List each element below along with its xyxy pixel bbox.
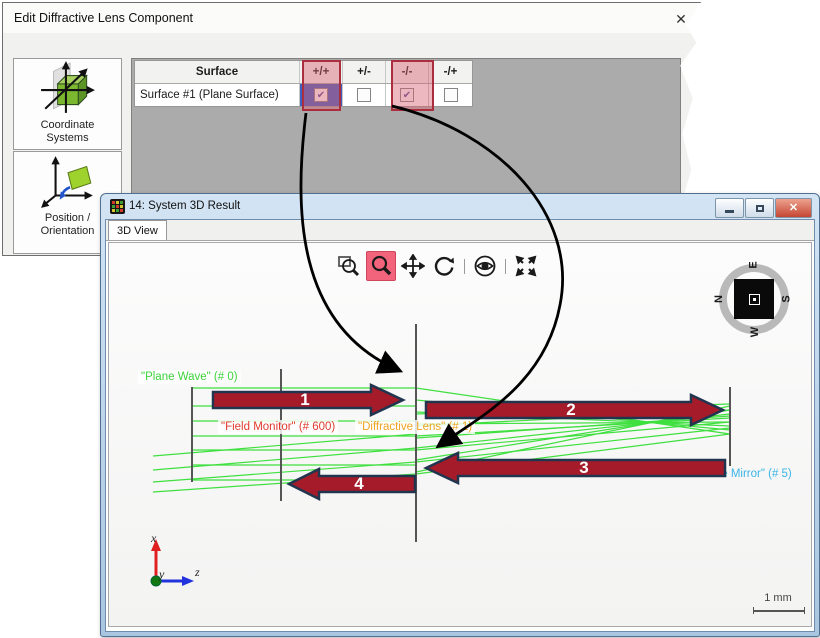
flow-arrow-number: 1 bbox=[300, 390, 309, 409]
restore-button[interactable] bbox=[745, 198, 774, 218]
restore-icon bbox=[756, 205, 764, 212]
flow-arrow-3 bbox=[426, 453, 725, 483]
view-orientation-compass[interactable]: N E S W bbox=[717, 262, 791, 336]
window-title: 14: System 3D Result bbox=[129, 200, 240, 212]
compass-north: N bbox=[713, 295, 725, 303]
flow-arrow-number: 2 bbox=[566, 400, 575, 419]
compass-z-glyph bbox=[749, 294, 760, 305]
position-orientation-icon bbox=[39, 152, 97, 210]
checkbox-minus-plus[interactable] bbox=[444, 88, 458, 102]
axis-label-y: y bbox=[159, 567, 164, 582]
scale-bar: 1 mm bbox=[750, 592, 806, 614]
window-client-area: 3D View "Ideal Plane Mirror" (# 5) 1234 … bbox=[105, 219, 815, 632]
pan-icon[interactable] bbox=[399, 252, 427, 280]
col-header-plus-minus: +/- bbox=[343, 61, 386, 83]
coordinate-systems-label: Coordinate Systems bbox=[23, 119, 113, 145]
screenshot-stage: Edit Diffractive Lens Component ✕ Coordi… bbox=[0, 0, 820, 638]
scale-label: 1 mm bbox=[750, 592, 806, 604]
checkbox-plus-minus[interactable] bbox=[357, 88, 371, 102]
flow-arrow-number: 4 bbox=[354, 474, 364, 493]
system-3d-result-window: 14: System 3D Result ✕ 3D View "Ideal Pl… bbox=[100, 193, 820, 637]
label-field-monitor: "Field Monitor" (# 600) bbox=[218, 420, 338, 434]
minimize-button[interactable] bbox=[715, 198, 744, 218]
position-orientation-label: Position / Orientation bbox=[23, 212, 113, 238]
checkbox-cell-minus-plus bbox=[429, 84, 472, 106]
zoom-window-icon[interactable] bbox=[335, 252, 363, 280]
col-header-surface: Surface bbox=[135, 61, 300, 83]
close-button[interactable]: ✕ bbox=[775, 198, 812, 218]
zoom-icon[interactable] bbox=[366, 251, 396, 281]
flow-arrow-number: 3 bbox=[579, 458, 588, 477]
surface-name-cell: Surface #1 (Plane Surface) bbox=[135, 84, 300, 106]
toolbar-separator bbox=[464, 259, 465, 274]
scale-line bbox=[753, 607, 805, 614]
coordinate-systems-icon bbox=[39, 59, 97, 117]
flow-arrow-4 bbox=[289, 469, 415, 499]
minimize-icon bbox=[725, 210, 734, 213]
close-icon: ✕ bbox=[789, 203, 798, 214]
3d-viewport[interactable]: "Ideal Plane Mirror" (# 5) 1234 "Plane W… bbox=[108, 242, 812, 627]
col-header-minus-plus: -/+ bbox=[429, 61, 472, 83]
window-controls: ✕ bbox=[715, 198, 812, 218]
view-toolbar bbox=[335, 251, 540, 281]
tab-3d-view[interactable]: 3D View bbox=[108, 220, 167, 240]
axis-label-z: z bbox=[195, 565, 200, 580]
highlight-box-plus-plus bbox=[302, 60, 341, 111]
rotate-icon[interactable] bbox=[430, 252, 458, 280]
fit-view-icon[interactable] bbox=[512, 252, 540, 280]
window-icon bbox=[110, 199, 125, 214]
coordinate-systems-button[interactable]: Coordinate Systems bbox=[13, 58, 122, 150]
compass-south: S bbox=[781, 295, 793, 302]
compass-west: W bbox=[749, 327, 761, 337]
compass-east: E bbox=[748, 261, 760, 268]
dialog-close-icon[interactable]: ✕ bbox=[671, 9, 691, 29]
compass-axis-indicator bbox=[734, 279, 774, 319]
tab-bar: 3D View bbox=[106, 220, 814, 241]
checkbox-cell-plus-minus bbox=[343, 84, 386, 106]
label-diffractive-lens: "Diffractive Lens" (# 1) bbox=[355, 420, 475, 434]
label-plane-wave: "Plane Wave" (# 0) bbox=[138, 370, 241, 384]
highlight-box-minus-minus bbox=[391, 60, 434, 111]
eye-icon[interactable] bbox=[471, 252, 499, 280]
axis-label-x: x bbox=[151, 531, 156, 546]
toolbar-separator bbox=[505, 259, 506, 274]
dialog-title: Edit Diffractive Lens Component bbox=[14, 11, 193, 25]
